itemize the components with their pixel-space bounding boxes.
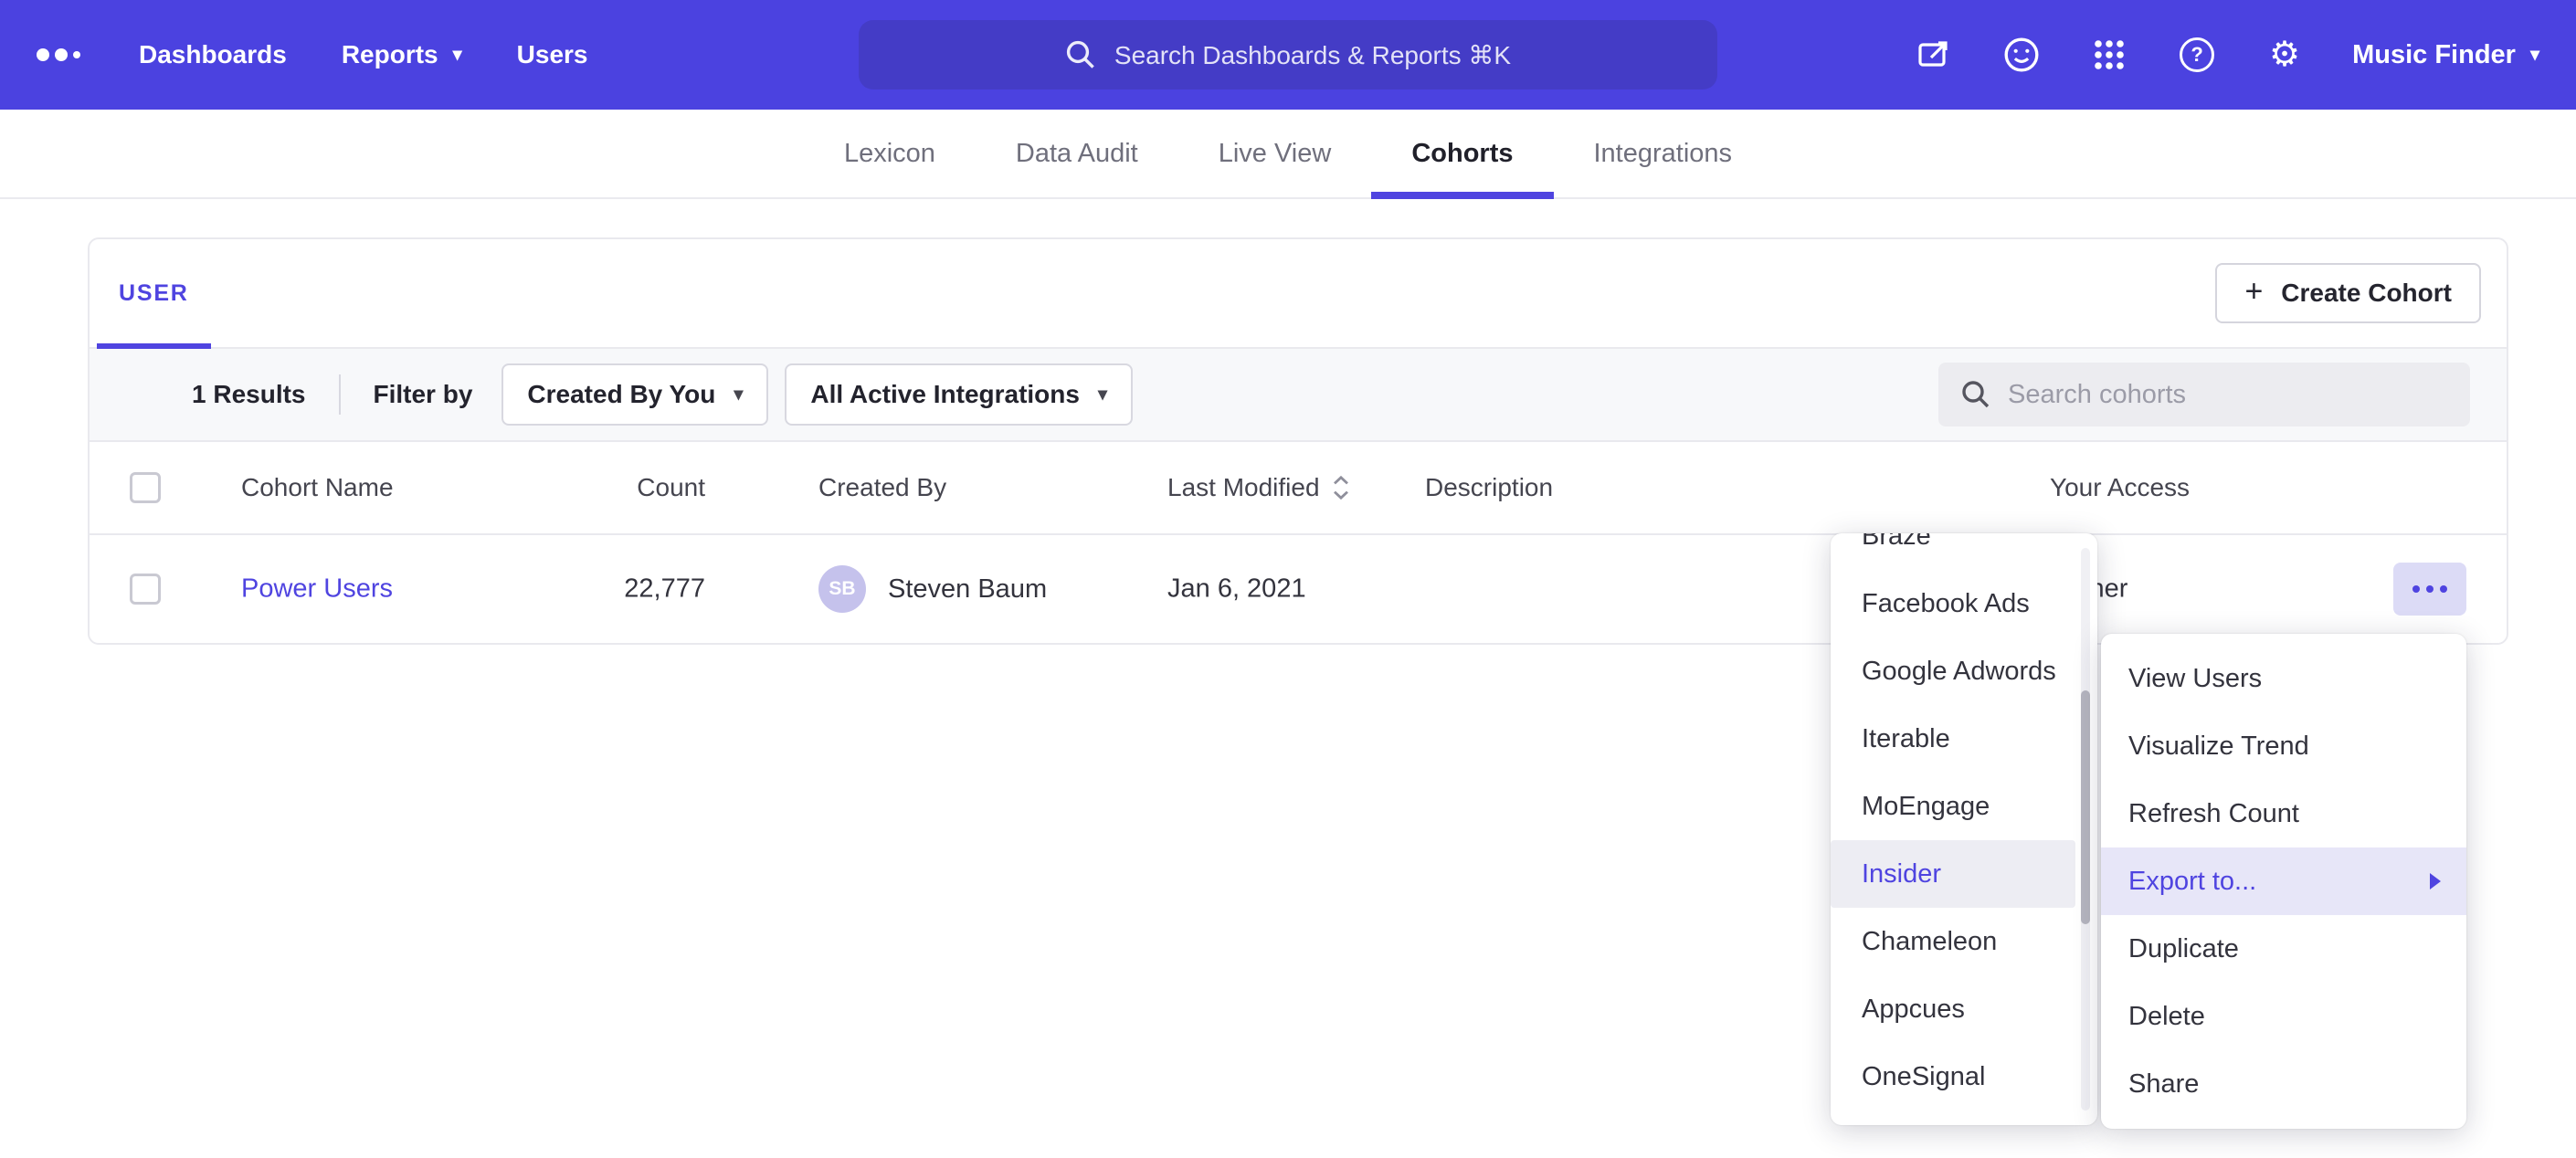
filter-bar: 1 Results Filter by Created By You ▾ All… (90, 349, 2507, 442)
tab-integrations-label: Integrations (1594, 139, 1733, 169)
chevron-down-icon: ▾ (453, 46, 462, 64)
filter-by-label: Filter by (374, 380, 473, 409)
ellipsis-icon (2440, 585, 2447, 593)
menu-item-view-users[interactable]: View Users (2101, 645, 2466, 712)
avatar: SB (818, 565, 866, 613)
submenu-arrow-icon (2430, 873, 2441, 890)
menu-item-export-to[interactable]: Export to... (2101, 847, 2466, 915)
feedback-icon[interactable] (2001, 35, 2042, 75)
row-actions-button[interactable] (2393, 563, 2466, 616)
export-to-label: Export to... (2128, 867, 2256, 897)
created-by-filter-dropdown[interactable]: Created By You ▾ (501, 363, 768, 426)
menu-item-refresh-count[interactable]: Refresh Count (2101, 780, 2466, 847)
menu-item-onesignal[interactable]: OneSignal (1831, 1043, 2097, 1111)
cohorts-panel-header: USER + Create Cohort (90, 239, 2507, 349)
mixpanel-logo[interactable] (37, 48, 80, 61)
account-label: Music Finder (2352, 40, 2516, 70)
gear-glyph: ⚙ (2269, 37, 2300, 72)
last-modified-cell: Jan 6, 2021 (1167, 574, 1306, 605)
vertical-divider (339, 374, 341, 415)
menu-item-visualize-trend[interactable]: Visualize Trend (2101, 712, 2466, 780)
sort-icon[interactable] (1333, 476, 1349, 500)
menu-item-delete[interactable]: Delete (2101, 983, 2466, 1050)
menu-item-insider[interactable]: Insider (1831, 840, 2075, 908)
chevron-down-icon: ▾ (1098, 385, 1107, 404)
menu-item-appcues[interactable]: Appcues (1831, 975, 2097, 1043)
export-destination-menu: Braze Facebook Ads Google Adwords Iterab… (1831, 533, 2097, 1125)
tab-data-audit-label: Data Audit (1016, 139, 1138, 169)
nav-dashboards-label: Dashboards (139, 40, 287, 69)
tab-data-audit[interactable]: Data Audit (976, 110, 1178, 197)
tab-cohorts-label: Cohorts (1411, 139, 1513, 169)
menu-item-iterable[interactable]: Iterable (1831, 705, 2097, 773)
create-cohort-label: Create Cohort (2281, 279, 2452, 308)
tab-lexicon-label: Lexicon (844, 139, 935, 169)
table-header: Cohort Name Count Created By Last Modifi… (90, 442, 2507, 535)
navbar-right-cluster: ? ⚙ Music Finder ▾ (1914, 35, 2539, 75)
create-cohort-button[interactable]: + Create Cohort (2215, 263, 2481, 323)
search-icon (1065, 39, 1096, 70)
table-row: Power Users 22,777 SB Steven Baum Jan 6,… (90, 535, 2507, 643)
menu-item-duplicate[interactable]: Duplicate (2101, 915, 2466, 983)
apps-grid-icon[interactable] (2089, 35, 2129, 75)
cohort-count: 22,777 (491, 574, 705, 605)
account-menu[interactable]: Music Finder ▾ (2352, 40, 2539, 70)
cohort-name-link[interactable]: Power Users (241, 574, 393, 605)
primary-nav: Dashboards Reports ▾ Users (139, 40, 588, 69)
created-by-filter-label: Created By You (527, 380, 715, 409)
row-checkbox[interactable] (130, 574, 161, 605)
search-icon (1960, 379, 1991, 410)
nav-users-label: Users (517, 40, 588, 69)
col-your-access: Your Access (2050, 473, 2190, 502)
scrollbar-thumb[interactable] (2081, 690, 2090, 924)
col-last-modified[interactable]: Last Modified (1167, 473, 1349, 502)
global-search-placeholder: Search Dashboards & Reports ⌘K (1114, 40, 1511, 70)
share-icon[interactable] (1914, 35, 1954, 75)
tab-user[interactable]: USER (97, 239, 211, 347)
search-cohorts-input[interactable] (1938, 363, 2470, 426)
ellipsis-icon (2412, 585, 2420, 593)
nav-users[interactable]: Users (517, 40, 588, 69)
row-context-menu: View Users Visualize Trend Refresh Count… (2101, 634, 2466, 1129)
tab-live-view[interactable]: Live View (1178, 110, 1372, 197)
menu-item-google-adwords[interactable]: Google Adwords (1831, 637, 2097, 705)
col-count: Count (491, 473, 705, 502)
results-count: 1 Results (192, 380, 306, 409)
cohorts-panel: USER + Create Cohort 1 Results Filter by… (88, 237, 2508, 645)
settings-gear-icon[interactable]: ⚙ (2265, 35, 2305, 75)
app-root: Dashboards Reports ▾ Users Search Dashbo… (0, 0, 2576, 1158)
integrations-filter-label: All Active Integrations (810, 380, 1080, 409)
tab-lexicon[interactable]: Lexicon (804, 110, 976, 197)
help-icon[interactable]: ? (2177, 35, 2217, 75)
ellipsis-icon (2426, 585, 2433, 593)
chevron-down-icon: ▾ (2530, 46, 2539, 64)
plus-icon: + (2244, 276, 2263, 307)
nav-dashboards[interactable]: Dashboards (139, 40, 287, 69)
nav-reports[interactable]: Reports ▾ (342, 40, 462, 69)
col-cohort-name: Cohort Name (241, 473, 394, 502)
tab-integrations[interactable]: Integrations (1554, 110, 1773, 197)
menu-item-share[interactable]: Share (2101, 1050, 2466, 1118)
menu-item-moengage[interactable]: MoEngage (1831, 773, 2097, 840)
section-tabs: Lexicon Data Audit Live View Cohorts Int… (0, 110, 2576, 199)
tab-live-view-label: Live View (1219, 139, 1332, 169)
created-by-cell: SB Steven Baum (818, 565, 1047, 613)
created-by-name: Steven Baum (888, 574, 1047, 605)
global-search-input[interactable]: Search Dashboards & Reports ⌘K (859, 20, 1717, 89)
col-description: Description (1425, 473, 1553, 502)
menu-item-chameleon[interactable]: Chameleon (1831, 908, 2097, 975)
menu-item-braze[interactable]: Braze (1831, 533, 2097, 570)
question-mark-glyph: ? (2180, 37, 2214, 72)
nav-reports-label: Reports (342, 40, 438, 69)
chevron-down-icon: ▾ (734, 385, 743, 404)
select-all-checkbox[interactable] (130, 472, 161, 503)
menu-item-facebook-ads[interactable]: Facebook Ads (1831, 570, 2097, 637)
search-cohorts-field (1938, 363, 2470, 426)
integrations-filter-dropdown[interactable]: All Active Integrations ▾ (785, 363, 1133, 426)
tab-cohorts[interactable]: Cohorts (1371, 110, 1553, 197)
col-created-by: Created By (818, 473, 946, 502)
top-navbar: Dashboards Reports ▾ Users Search Dashbo… (0, 0, 2576, 110)
col-last-modified-label: Last Modified (1167, 473, 1320, 502)
